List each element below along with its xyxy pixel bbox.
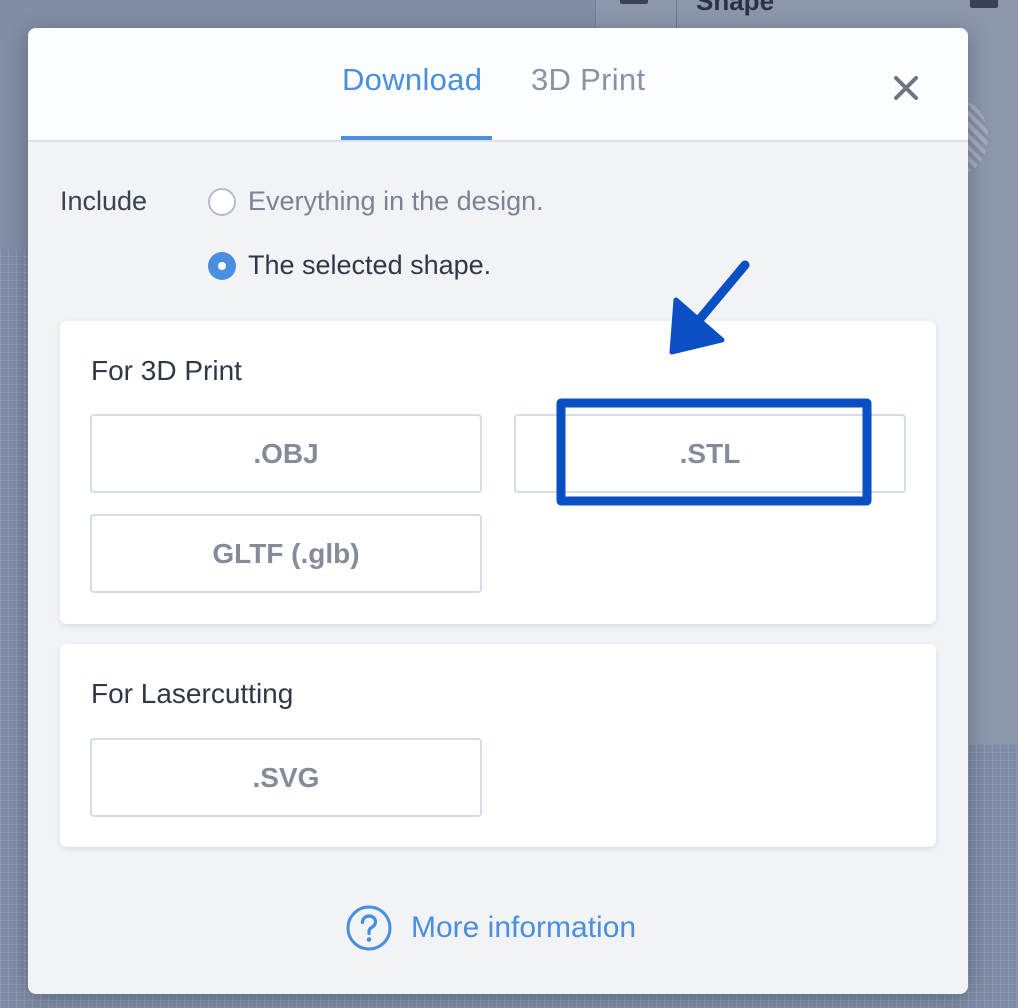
close-button[interactable] [884, 66, 928, 110]
gltf-button[interactable]: GLTF (.glb) [90, 514, 482, 593]
close-icon [894, 76, 918, 100]
tab-3d-print[interactable]: 3D Print [531, 62, 645, 98]
include-option-label: The selected shape. [248, 250, 492, 280]
include-option-label: Everything in the design. [248, 186, 544, 216]
radio-button-checked[interactable] [208, 251, 236, 280]
dialog-header: Download 3D Print [28, 28, 968, 142]
active-tab-indicator [341, 136, 492, 140]
include-option-everything[interactable]: Everything in the design. [208, 186, 544, 217]
tab-download[interactable]: Download [342, 62, 482, 98]
section-title: For Lasercutting [91, 678, 294, 709]
section-title: For 3D Print [91, 355, 242, 386]
svg-button[interactable]: .SVG [90, 738, 482, 817]
background-toolbar-icon [620, 0, 648, 4]
include-label: Include [60, 186, 148, 216]
stl-button[interactable]: .STL [514, 414, 906, 493]
help-circle-icon [346, 905, 392, 951]
download-dialog: Download 3D Print Include Everything in … [28, 28, 968, 994]
include-option-selected-shape[interactable]: The selected shape. [208, 250, 491, 281]
more-information-link[interactable]: More information [345, 904, 636, 952]
obj-button[interactable]: .OBJ [90, 414, 482, 493]
background-panel-icon [970, 0, 998, 8]
more-information-label: More information [411, 911, 637, 944]
background-panel-title: Shape [696, 0, 775, 16]
radio-button-unchecked[interactable] [208, 187, 236, 216]
background-divider [676, 0, 677, 30]
section-lasercutting: For Lasercutting .SVG [60, 644, 936, 847]
section-3d-print: For 3D Print .OBJ .STL GLTF (.glb) [60, 321, 936, 624]
